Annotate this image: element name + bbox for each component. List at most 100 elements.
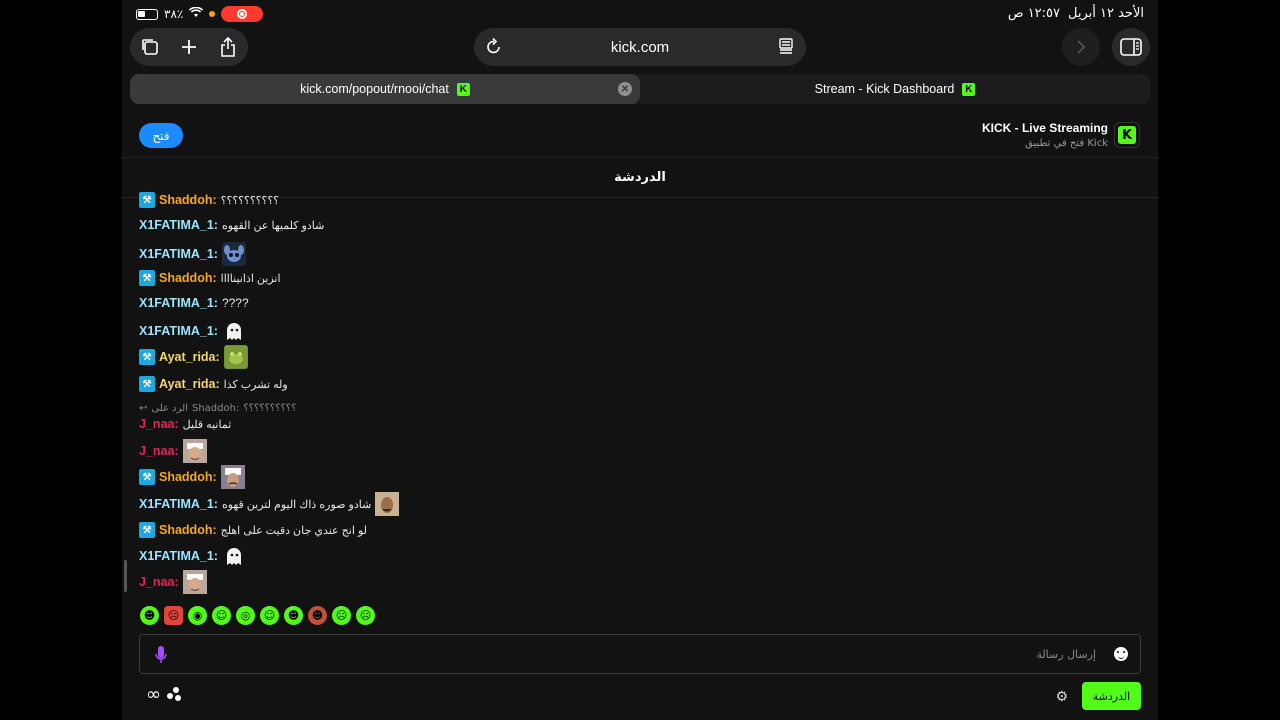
chat-username[interactable]: Shaddoh: [159,470,217,484]
chat-message: X1FATIMA_1: [139,544,246,568]
moderator-badge-icon: ⚒ [139,522,155,538]
kick-favicon-icon: K [962,82,976,96]
chat-text: انزين اذانيناااا [220,272,281,285]
status-time: ١٢:٥٧ ص [1007,6,1060,21]
address-bar[interactable]: kick.com [474,28,806,66]
infinity-icon[interactable]: ∞ [146,684,161,705]
chat-username[interactable]: X1FATIMA_1: [139,247,218,261]
reply-context[interactable]: ↩ الرد على Shaddoh: ؟؟؟؟؟؟؟؟؟؟ [139,403,296,414]
chat-username[interactable]: J_naa: [139,444,179,458]
emote-grin-icon[interactable]: ☺ [260,606,279,625]
open-in-app-button[interactable]: فتح [139,123,183,148]
toolbar-left-group [130,28,248,66]
status-indicators: ٣٨٪ [136,6,264,22]
screen-record-icon[interactable] [221,6,264,22]
tab-kick-dashboard[interactable]: Stream - Kick Dashboard K [640,74,1150,104]
emote-sad-icon[interactable]: ☹ [332,606,351,625]
tab-label: Stream - Kick Dashboard [814,82,955,96]
face-emote-icon [220,465,245,489]
tab-label: kick.com/popout/rnooi/chat [300,82,449,96]
chat-message: X1FATIMA_1: شادو كلميها عن القهوه [139,218,324,232]
chat-message: X1FATIMA_1: [139,242,246,266]
chat-message: ⚒ Ayat_rida: [139,345,248,369]
points-icon[interactable] [166,686,182,702]
emote-eyes-icon[interactable]: ◉ [188,606,207,625]
chat-username[interactable]: Shaddoh: [159,193,217,207]
emote-shock-icon[interactable]: ◎ [236,606,255,625]
chat-scrollbar[interactable] [124,560,127,592]
chat-username[interactable]: Shaddoh: [159,523,217,537]
chat-text: شادو صوره ذاك اليوم لترين قهوه [221,498,372,511]
chat-username[interactable]: Shaddoh: [159,271,217,285]
status-bar: ٣٨٪ الأحد ١٢ أبريل ١٢:٥٧ ص [122,0,1158,28]
moderator-badge-icon: ⚒ [139,349,155,365]
emote-angry-icon[interactable]: ☹ [164,606,183,625]
url-text: kick.com [610,38,670,56]
chat-message: ⚒ Ayat_rida: وله تشرب كذا [139,376,288,392]
reply-snippet: ؟؟؟؟؟؟؟؟؟؟ [243,403,297,414]
chat-username[interactable]: X1FATIMA_1: [139,324,218,338]
chat-text: ثمانيه قليل [182,418,232,431]
chat-text: لو انج عندي جان دقيت على اهلج [220,524,367,537]
mic-indicator-icon [209,11,216,17]
kick-favicon-icon: K [456,82,470,96]
chat-username[interactable]: Ayat_rida: [159,377,220,391]
chat-username[interactable]: X1FATIMA_1: [139,549,218,563]
reply-target: Shaddoh: [191,403,240,414]
moderator-badge-icon: ⚒ [139,192,155,208]
emote-monkey-icon[interactable]: ☻ [308,606,327,625]
settings-gear-icon[interactable]: ⚙ [1055,689,1068,705]
emote-dizzy-icon[interactable]: ☹ [356,606,375,625]
app-banner: فتح KICK - Live Streaming فتح في تطبيق K… [122,112,1158,158]
banner-title: KICK - Live Streaming [981,121,1108,135]
emote-smirk-icon[interactable]: ☺ [212,606,231,625]
face-emote-icon [182,570,207,594]
chat-username[interactable]: J_naa: [139,575,179,589]
chat-message: J_naa: ثمانيه قليل [139,417,231,431]
browser-screen: ٣٨٪ الأحد ١٢ أبريل ١٢:٥٧ ص kick.com kick… [122,0,1158,720]
frog-emote-icon [223,345,248,369]
tab-bar: kick.com/popout/rnooi/chat K ✕ Stream - … [130,74,1150,104]
chat-username[interactable]: X1FATIMA_1: [139,218,218,232]
close-tab-icon[interactable]: ✕ [618,82,632,96]
browser-toolbar: kick.com [122,28,1158,68]
reload-icon[interactable] [486,37,502,59]
reader-mode-icon[interactable] [778,38,794,58]
chat-username[interactable]: J_naa: [139,417,179,431]
chat-messages: ⚒ Shaddoh: ؟؟؟؟؟؟؟؟؟؟ X1FATIMA_1: شادو ك… [122,190,1158,600]
chat-text: شادو كلميها عن القهوه [221,219,325,232]
ghost-emote-icon [222,544,246,568]
chat-username[interactable]: Ayat_rida: [159,350,220,364]
chat-message: ⚒ Shaddoh: [139,465,245,489]
battery-icon [136,8,158,20]
chat-username[interactable]: X1FATIMA_1: [139,497,218,511]
reply-prefix: الرد على [151,403,188,414]
chat-text: ؟؟؟؟؟؟؟؟؟؟ [220,194,280,207]
chat-message: ⚒ Shaddoh: لو انج عندي جان دقيت على اهلج [139,522,367,538]
share-icon[interactable] [213,32,243,62]
tabs-overview-icon[interactable] [135,32,165,62]
emote-kick-icon[interactable]: ☻ [140,606,159,625]
chat-message: ⚒ Shaddoh: انزين اذانيناااا [139,270,281,286]
new-tab-icon[interactable] [174,32,204,62]
chat-message-input[interactable]: إرسال رسالة [139,634,1141,674]
chat-footer: ∞ ⚙ الدردشة [122,680,1158,720]
chat-username[interactable]: X1FATIMA_1: [139,296,218,310]
input-placeholder: إرسال رسالة [1036,648,1096,661]
moderator-badge-icon: ⚒ [139,469,155,485]
chat-message: ⚒ Shaddoh: ؟؟؟؟؟؟؟؟؟؟ [139,192,279,208]
tab-chat-popout[interactable]: kick.com/popout/rnooi/chat K ✕ [130,74,640,104]
stitch-emote-icon [221,242,246,266]
sidebar-icon[interactable] [1112,28,1150,66]
send-chat-button[interactable]: الدردشة [1082,682,1141,710]
chat-message: X1FATIMA_1: [139,319,246,343]
moderator-badge-icon: ⚒ [139,270,155,286]
battery-percent: ٣٨٪ [164,7,184,21]
microphone-icon[interactable] [154,645,168,669]
quick-emote-bar: ☻ ☹ ◉ ☺ ◎ ☺ ☻ ☻ ☹ ☹ [140,606,375,625]
emoji-picker-icon[interactable] [1114,647,1128,661]
banner-subtitle: فتح في تطبيق Kick [1025,138,1108,149]
forward-icon[interactable] [1062,28,1100,66]
moderator-badge-icon: ⚒ [139,376,155,392]
emote-happy-icon[interactable]: ☻ [284,606,303,625]
